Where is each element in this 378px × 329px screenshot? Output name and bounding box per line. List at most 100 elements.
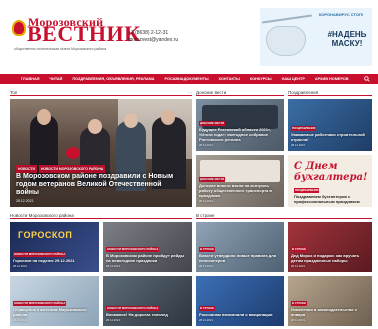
- district-news-caption[interactable]: НОВОСТИ МОРОЗОВСКОГО РАЙОНА Внимание! На…: [106, 305, 189, 323]
- lead-title[interactable]: В Морозовском районе поздравили с Новым …: [16, 173, 173, 196]
- face-mask-icon: [266, 26, 306, 56]
- congrats-caption[interactable]: ПОЗДРАВЛЕНИЯ Поздравляем бухгалтеров с п…: [294, 187, 366, 204]
- nav-item-center[interactable]: НАШ ЦЕНТР: [277, 77, 310, 81]
- section-don-heading: Донские вести: [196, 90, 284, 96]
- district-news-tag[interactable]: НОВОСТИ МОРОЗОВСКОГО РАЙОНА: [13, 301, 67, 306]
- don-news-card[interactable]: ДОНСКИЕ ВЕСТИ Донские власти взяли на ко…: [196, 155, 284, 207]
- district-news-tag[interactable]: НОВОСТИ МОРОЗОВСКОГО РАЙОНА: [106, 306, 160, 311]
- section-top-heading: Топ ‹ ›: [10, 90, 192, 96]
- nav-item-greetings[interactable]: ПОЗДРАВЛЕНИЯ, ОБЪЯВЛЕНИЯ, РЕКЛАМА: [67, 77, 159, 81]
- district-news-card[interactable]: НОВОСТИ МОРОЗОВСКОГО РАЙОНА В Морозовско…: [103, 222, 192, 272]
- section-country-title[interactable]: В стране: [196, 213, 215, 218]
- district-news-caption[interactable]: НОВОСТИ МОРОЗОВСКОГО РАЙОНА Гороскоп на …: [13, 251, 96, 269]
- district-news-date: 28.12.2021: [106, 318, 120, 322]
- flowers: [66, 147, 80, 159]
- section-district-heading: Новости Морозовского района: [10, 213, 192, 219]
- don-news-card[interactable]: ДОНСКИЕ ВЕСТИ Будущее Ростовской области…: [196, 99, 284, 151]
- country-news-title[interactable]: Изменения в законодательстве с января: [291, 307, 357, 317]
- district-news-card[interactable]: НОВОСТИ МОРОЗОВСКОГО РАЙОНА Внимание! На…: [103, 276, 192, 326]
- country-news-date: 28.12.2021: [199, 264, 213, 268]
- country-news-caption[interactable]: В СТРАНЕ Изменения в законодательстве с …: [291, 300, 369, 323]
- logo-subtitle: общественно-политическая газета Морозовс…: [14, 47, 107, 51]
- country-news-tag[interactable]: В СТРАНЕ: [199, 306, 215, 311]
- don-news-caption[interactable]: ДОНСКИЕ ВЕСТИ Будущее Ростовской области…: [199, 120, 281, 148]
- country-news-card[interactable]: В СТРАНЕ Дед Мороз и подарки: как вручат…: [288, 222, 372, 272]
- lead-story-caption[interactable]: НОВОСТИ НОВОСТИ МОРОЗОВСКОГО РАЙОНА В Мор…: [16, 165, 186, 197]
- nav-item-archive[interactable]: АРХИВ НОМЕРОВ: [310, 77, 354, 81]
- nav-item-contests[interactable]: КОНКУРСЫ: [245, 77, 277, 81]
- district-news-card[interactable]: ГОРОСКОП НОВОСТИ МОРОЗОВСКОГО РАЙОНА Гор…: [10, 222, 99, 272]
- congrats-card[interactable]: ПОЗДРАВЛЕНИЯ Уважаемые работники строите…: [288, 99, 372, 151]
- email[interactable]: morozvest@yandex.ru: [128, 37, 178, 44]
- country-news-title[interactable]: Дед Мороз и подарки: как вручать детям п…: [291, 253, 359, 263]
- district-news-tag[interactable]: НОВОСТИ МОРОЗОВСКОГО РАЙОНА: [106, 247, 160, 252]
- don-news-date: 28.12.2021: [199, 143, 213, 147]
- congrats-title[interactable]: Уважаемые работники строительной отрасли…: [291, 132, 365, 142]
- person-head: [37, 109, 51, 125]
- country-news-card[interactable]: В СТРАНЕ Власти утвердили новые правила …: [196, 222, 284, 272]
- congrats-title[interactable]: Поздравляем бухгалтеров с профессиональн…: [294, 194, 360, 204]
- nav-item-home[interactable]: ГЛАВНАЯ: [16, 77, 44, 81]
- congrats-tag[interactable]: ПОЗДРАВЛЕНИЯ: [294, 188, 320, 193]
- coat-of-arms-icon: [12, 20, 26, 36]
- nav-item-read[interactable]: ЧИТАЙ: [44, 77, 67, 81]
- person-head: [124, 113, 138, 128]
- congrats-photo-text: С Днем бухгалтера!: [294, 161, 368, 183]
- country-news-caption[interactable]: В СТРАНЕ Дед Мороз и подарки: как вручат…: [291, 246, 369, 269]
- main-nav: ГЛАВНАЯ ЧИТАЙ ПОЗДРАВЛЕНИЯ, ОБЪЯВЛЕНИЯ, …: [0, 74, 378, 84]
- section-don-title[interactable]: Донские вести: [196, 90, 226, 95]
- district-news-date: 28.12.2021: [106, 264, 120, 268]
- lead-story[interactable]: НОВОСТИ НОВОСТИ МОРОЗОВСКОГО РАЙОНА В Мор…: [10, 99, 192, 207]
- country-news-card[interactable]: В СТРАНЕ Изменения в законодательстве с …: [288, 276, 372, 326]
- page: Морозовский ВЕСТНИК общественно-политиче…: [0, 0, 378, 329]
- person-head: [88, 119, 102, 134]
- country-news-date: 28.12.2021: [291, 264, 305, 268]
- lead-tag[interactable]: НОВОСТИ: [16, 165, 37, 173]
- district-news-date: 28.12.2021: [13, 318, 27, 322]
- district-news-card[interactable]: НОВОСТИ МОРОЗОВСКОГО РАЙОНА Обращение к …: [10, 276, 99, 326]
- district-news-caption[interactable]: НОВОСТИ МОРОЗОВСКОГО РАЙОНА Обращение к …: [13, 300, 96, 323]
- country-news-tag[interactable]: В СТРАНЕ: [291, 301, 307, 306]
- phone: +7 (8638) 2-12-31: [128, 30, 169, 36]
- country-news-title[interactable]: Власти утвердили новые правила для пенси…: [199, 253, 276, 263]
- contacts: +7 (8638) 2-12-31 morozvest@yandex.ru: [128, 30, 178, 44]
- country-news-card[interactable]: В СТРАНЕ Россиянам напомнили о вакцинаци…: [196, 276, 284, 326]
- country-news-tag[interactable]: В СТРАНЕ: [199, 247, 215, 252]
- country-news-tag[interactable]: В СТРАНЕ: [291, 247, 307, 252]
- don-news-tag[interactable]: ДОНСКИЕ ВЕСТИ: [199, 121, 226, 126]
- don-news-caption[interactable]: ДОНСКИЕ ВЕСТИ Донские власти взяли на ко…: [199, 176, 281, 204]
- country-news-date: 28.12.2021: [291, 318, 305, 322]
- don-news-tag[interactable]: ДОНСКИЕ ВЕСТИ: [199, 177, 226, 182]
- district-news-caption[interactable]: НОВОСТИ МОРОЗОВСКОГО РАЙОНА В Морозовско…: [106, 246, 189, 269]
- logo-main-text[interactable]: ВЕСТНИК: [27, 23, 141, 45]
- congrats-caption[interactable]: ПОЗДРАВЛЕНИЯ Уважаемые работники строите…: [291, 125, 369, 148]
- don-news-title[interactable]: Донские власти взяли на контроль работу …: [199, 183, 272, 198]
- mask-ad-banner[interactable]: КОРОНАВИРУС СТОП! #НАДЕНЬ МАСКУ!: [260, 8, 372, 66]
- section-top-title: Топ: [10, 90, 18, 95]
- country-news-date: 28.12.2021: [199, 318, 213, 322]
- congrats-card[interactable]: С Днем бухгалтера! ПОЗДРАВЛЕНИЯ Поздравл…: [288, 155, 372, 207]
- section-congrats-heading: Поздравления: [288, 90, 372, 96]
- country-news-caption[interactable]: В СТРАНЕ Россиянам напомнили о вакцинаци…: [199, 305, 281, 323]
- country-news-title[interactable]: Россиянам напомнили о вакцинации: [199, 312, 272, 317]
- search-icon[interactable]: [364, 76, 370, 82]
- district-news-title[interactable]: Обращение к жителям Морозовского района: [13, 307, 87, 317]
- district-news-tag[interactable]: НОВОСТИ МОРОЗОВСКОГО РАЙОНА: [13, 252, 67, 257]
- district-news-title[interactable]: Внимание! На дорогах гололед: [106, 312, 168, 317]
- congrats-tag[interactable]: ПОЗДРАВЛЕНИЯ: [291, 126, 317, 131]
- section-country-heading: В стране: [196, 213, 372, 219]
- lead-date: 28.12.2021: [16, 199, 34, 203]
- lead-tag[interactable]: НОВОСТИ МОРОЗОВСКОГО РАЙОНА: [38, 165, 106, 173]
- section-congrats-title[interactable]: Поздравления: [288, 90, 318, 95]
- nav-item-contacts[interactable]: КОНТАКТЫ: [214, 77, 245, 81]
- person-head: [161, 110, 175, 125]
- carousel-arrows-icon[interactable]: ‹ ›: [188, 90, 192, 95]
- nav-item-documents[interactable]: РОСАВИАДОКУМЕНТЫ: [160, 77, 214, 81]
- district-news-title[interactable]: Гороскоп на неделю 29.12.2021: [13, 258, 75, 263]
- congrats-date: 28.12.2021: [291, 143, 305, 147]
- ad-text: #НАДЕНЬ МАСКУ!: [327, 30, 367, 48]
- district-news-title[interactable]: В Морозовском районе пройдут рейды на но…: [106, 253, 184, 263]
- country-news-caption[interactable]: В СТРАНЕ Власти утвердили новые правила …: [199, 246, 281, 269]
- don-news-title[interactable]: Будущее Ростовской области 2021», «Итоги…: [199, 127, 271, 142]
- section-district-title[interactable]: Новости Морозовского района: [10, 213, 74, 218]
